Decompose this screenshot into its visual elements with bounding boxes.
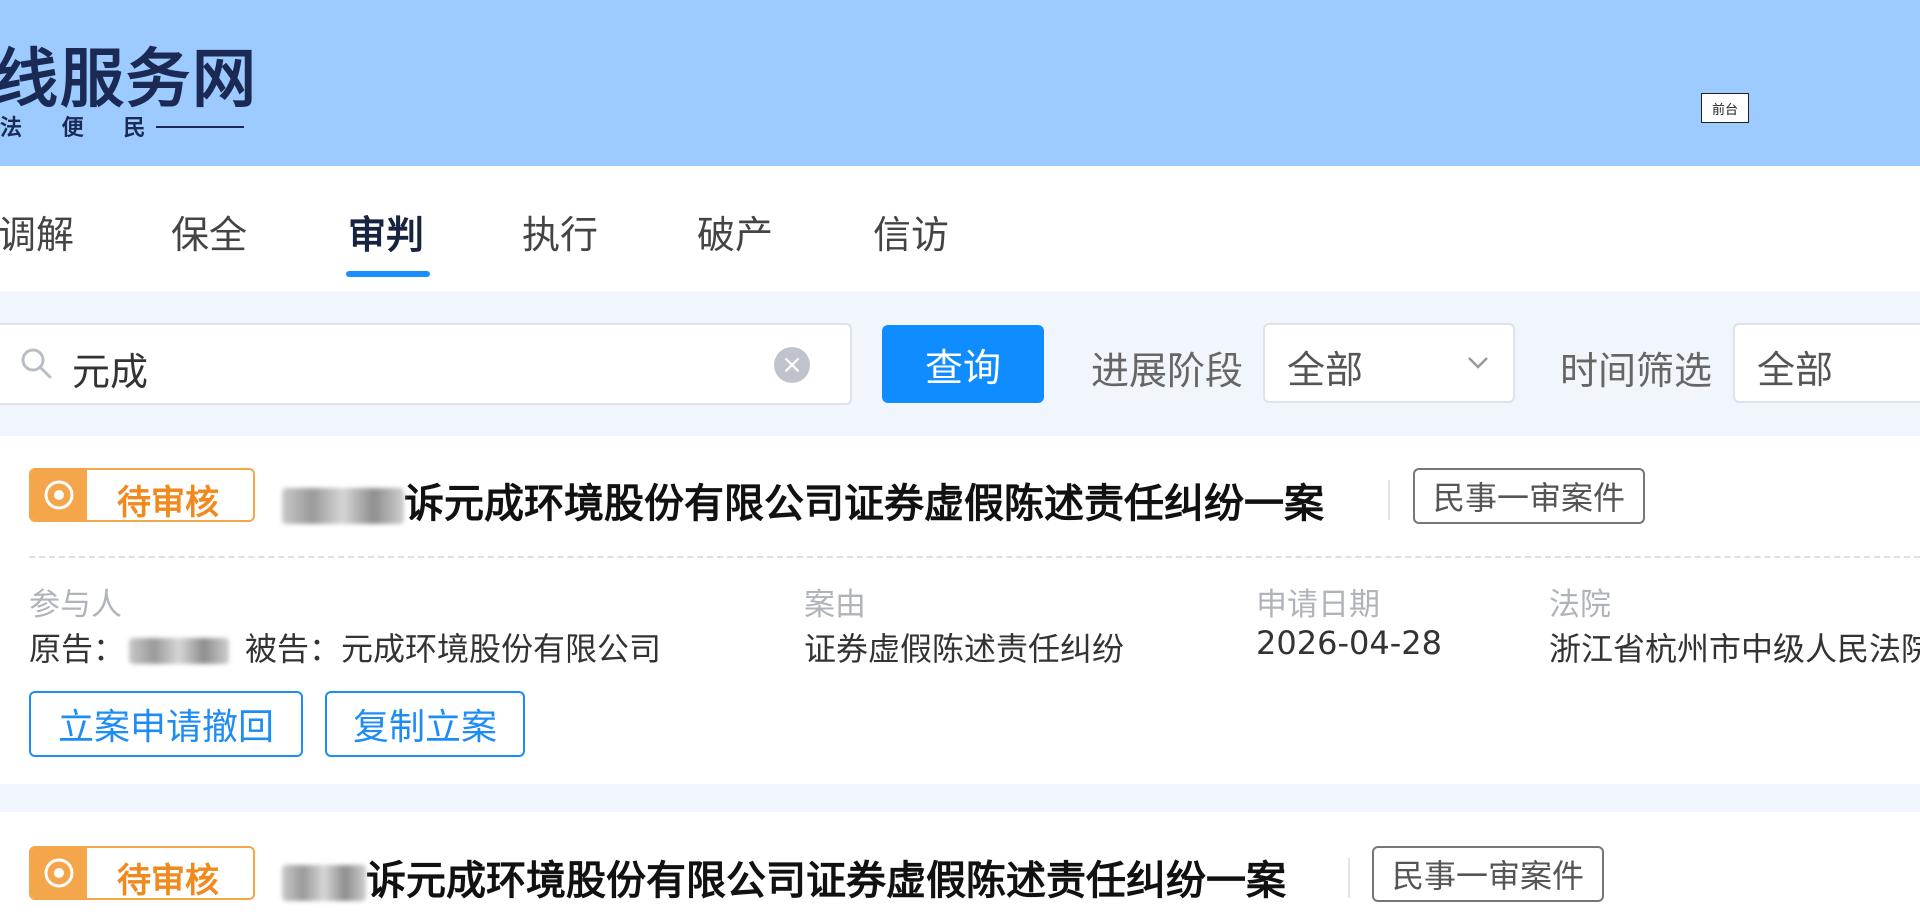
court-value: 浙江省杭州市中级人民法院 <box>1549 630 1920 668</box>
time-filter-label: 时间筛选 <box>1560 349 1713 393</box>
status-badge: 待审核 <box>29 846 255 900</box>
query-button[interactable]: 查询 <box>882 325 1044 403</box>
status-text: 待审核 <box>117 861 219 900</box>
plaintiff-prefix: 原告： <box>29 630 126 668</box>
site-logo-title: 线服务网 <box>0 43 258 117</box>
search-input-value[interactable]: 元成 <box>72 341 148 396</box>
status-icon-bg <box>31 470 87 520</box>
redacted-name <box>282 488 404 524</box>
time-select-value: 全部 <box>1757 348 1834 392</box>
tab-mediation[interactable]: 调解 <box>0 204 74 259</box>
pending-icon <box>44 858 74 888</box>
redacted-plaintiff <box>129 638 230 664</box>
cause-label: 案由 <box>804 587 866 623</box>
search-icon <box>21 348 52 379</box>
withdraw-filing-button[interactable]: 立案申请撤回 <box>29 691 303 757</box>
cause-value: 证券虚假陈述责任纠纷 <box>804 630 1125 668</box>
tab-bankruptcy[interactable]: 破产 <box>697 204 773 259</box>
case-type-tag: 民事一审案件 <box>1372 846 1605 902</box>
title-divider <box>1388 480 1390 520</box>
site-logo-subtitle: 法 便 民 <box>0 115 162 141</box>
date-value: 2026-04-28 <box>1256 624 1442 662</box>
tab-preservation[interactable]: 保全 <box>171 204 247 259</box>
date-label: 申请日期 <box>1256 587 1380 623</box>
progress-select[interactable]: 全部 <box>1263 323 1515 403</box>
front-desk-button[interactable]: 前台 <box>1701 93 1749 123</box>
court-label: 法院 <box>1549 587 1611 623</box>
progress-filter-label: 进展阶段 <box>1091 349 1244 393</box>
case-title[interactable]: 诉元成环境股份有限公司证券虚假陈述责任纠纷一案 <box>282 471 1324 529</box>
participants-label: 参与人 <box>29 587 122 623</box>
case-card: 待审核 诉元成环境股份有限公司证券虚假陈述责任纠纷一案 民事一审案件 <box>0 812 1920 922</box>
logo-divider <box>156 126 244 128</box>
case-type-tag: 民事一审案件 <box>1413 468 1646 524</box>
tab-trial[interactable]: 审判 <box>348 204 424 259</box>
defendant-text: 被告：元成环境股份有限公司 <box>245 630 662 668</box>
progress-select-value: 全部 <box>1287 348 1364 392</box>
redacted-name <box>282 865 366 901</box>
status-icon-bg <box>31 848 87 898</box>
tab-petition[interactable]: 信访 <box>873 204 949 259</box>
status-badge: 待审核 <box>29 468 255 522</box>
active-tab-indicator <box>346 271 430 277</box>
category-tabs: 调解 保全 审判 执行 破产 信访 <box>0 166 1920 291</box>
chevron-down-icon <box>1468 357 1488 369</box>
case-title-text: 诉元成环境股份有限公司证券虚假陈述责任纠纷一案 <box>404 481 1324 527</box>
status-text: 待审核 <box>117 483 219 522</box>
case-title[interactable]: 诉元成环境股份有限公司证券虚假陈述责任纠纷一案 <box>282 848 1286 906</box>
time-select[interactable]: 全部 <box>1733 323 1920 403</box>
participants-value: 原告： 被告：元成环境股份有限公司 <box>29 624 661 670</box>
search-input[interactable]: 元成 × <box>0 323 852 405</box>
copy-filing-button[interactable]: 复制立案 <box>325 691 525 757</box>
case-title-text: 诉元成环境股份有限公司证券虚假陈述责任纠纷一案 <box>366 858 1286 904</box>
site-header: 线服务网 法 便 民 前台 <box>0 0 1920 166</box>
title-divider <box>1348 858 1350 898</box>
tab-execution[interactable]: 执行 <box>522 204 598 259</box>
case-card: 待审核 诉元成环境股份有限公司证券虚假陈述责任纠纷一案 民事一审案件 参与人 原… <box>0 436 1920 784</box>
pending-icon <box>44 480 74 510</box>
clear-icon[interactable]: × <box>774 347 810 383</box>
card-dashed-divider <box>29 556 1920 558</box>
